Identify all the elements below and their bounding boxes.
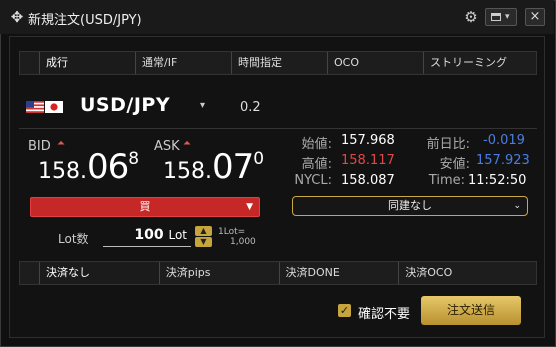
lot-input[interactable]: 100 Lot <box>103 227 191 247</box>
window-title: 新規注文(USD/JPY) <box>28 13 142 28</box>
decrement-icon[interactable]: ▼ <box>195 237 212 247</box>
chevron-down-icon[interactable]: ▾ <box>200 100 205 111</box>
condition-label: 同建なし <box>388 199 432 212</box>
side-select[interactable]: 買 ▼ <box>30 197 260 217</box>
tab-settlement-pips[interactable]: 決済pips <box>160 262 280 284</box>
low-label: 安値: <box>439 157 470 172</box>
nycl-value: 158.087 <box>341 173 395 188</box>
spread-value: 0.2 <box>240 100 261 115</box>
close-button[interactable]: × <box>525 8 545 26</box>
title-bar[interactable]: ✥ 新規注文(USD/JPY) ⚙ ▾ × <box>0 0 554 34</box>
high-value: 158.117 <box>341 153 395 168</box>
currency-pair-label: USD/JPY <box>80 94 171 116</box>
lot-unit: Lot <box>168 228 187 242</box>
us-flag-icon <box>26 101 44 113</box>
open-value: 157.968 <box>341 133 395 148</box>
settlement-tabs: 決済なし 決済pips 決済DONE 決済OCO <box>19 261 537 285</box>
gear-icon[interactable]: ⚙ <box>462 8 480 26</box>
window-icon <box>491 13 501 21</box>
tab-settlement-oco[interactable]: 決済OCO <box>399 262 536 284</box>
high-label: 高値: <box>301 157 332 172</box>
lot-size-note: 1Lot= 1,000 <box>218 227 256 247</box>
change-value: -0.019 <box>483 133 525 148</box>
order-type-tabs: 成行 通常/IF 時間指定 OCO ストリーミング <box>19 51 537 75</box>
lot-value: 100 <box>134 227 164 243</box>
tab-normal-if[interactable]: 通常/IF <box>136 52 232 74</box>
confirm-skip-checkbox[interactable]: ✓ <box>338 304 351 317</box>
tab-streaming[interactable]: ストリーミング <box>424 52 520 74</box>
chevron-down-icon: ⌄ <box>513 201 521 211</box>
confirm-skip-label: 確認不要 <box>358 307 411 322</box>
change-label: 前日比: <box>426 137 470 152</box>
chevron-down-icon: ▾ <box>505 12 510 22</box>
bid-price[interactable]: 158.068 <box>38 147 139 187</box>
layout-menu-button[interactable]: ▾ <box>485 8 517 26</box>
tab-time-specified[interactable]: 時間指定 <box>232 52 328 74</box>
tab-market[interactable]: 成行 <box>40 52 136 74</box>
time-value: 11:52:50 <box>468 173 527 188</box>
lot-label: Lot数 <box>58 232 89 246</box>
chevron-down-icon: ▼ <box>246 202 253 212</box>
side-label: 買 <box>139 200 151 213</box>
open-label: 始値: <box>301 137 332 152</box>
move-icon[interactable]: ✥ <box>8 8 26 26</box>
condition-select[interactable]: 同建なし ⌄ <box>292 196 528 216</box>
divider <box>19 128 537 129</box>
time-label: Time: <box>428 173 465 188</box>
submit-order-button[interactable]: 注文送信 <box>421 296 521 325</box>
ask-price[interactable]: 158.070 <box>163 147 264 187</box>
tab-oco[interactable]: OCO <box>328 52 424 74</box>
increment-icon[interactable]: ▲ <box>195 226 212 236</box>
japan-flag-icon <box>45 101 63 113</box>
nycl-label: NYCL: <box>294 173 332 188</box>
low-value: 157.923 <box>476 153 530 168</box>
tab-settlement-done[interactable]: 決済DONE <box>280 262 400 284</box>
tab-no-settlement[interactable]: 決済なし <box>39 262 160 284</box>
lot-stepper[interactable]: ▲ ▼ <box>195 226 212 247</box>
